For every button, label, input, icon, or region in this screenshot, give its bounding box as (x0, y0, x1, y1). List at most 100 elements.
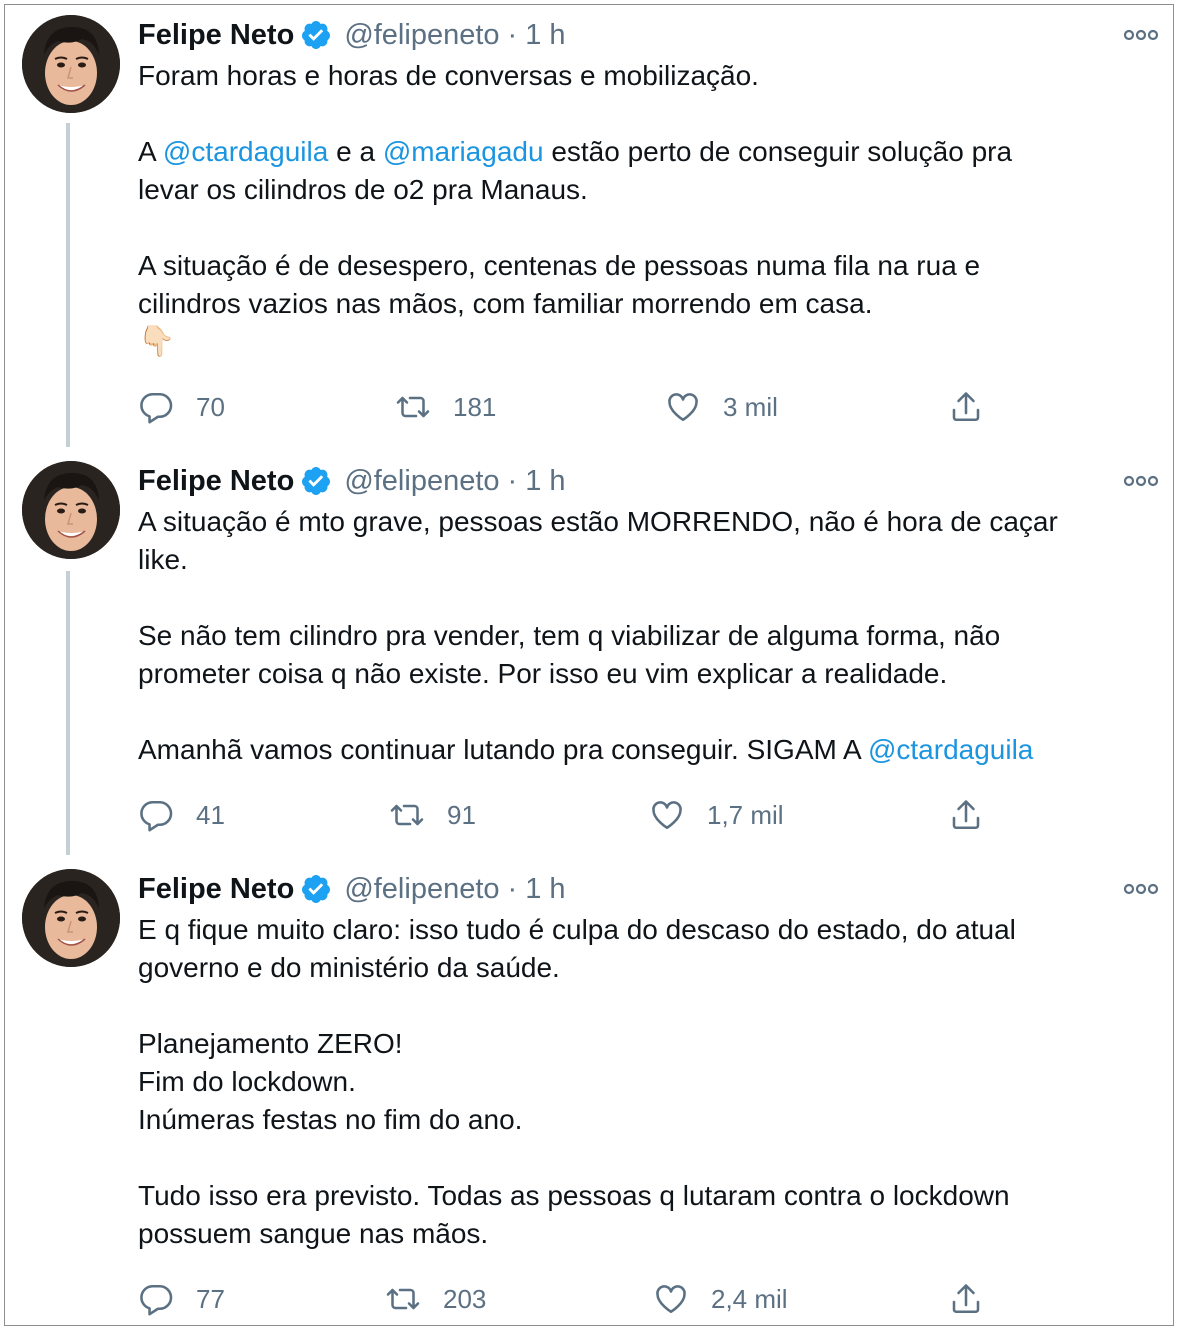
header-separator: · (507, 872, 518, 905)
reply-count: 41 (196, 799, 225, 830)
emoji: 👇🏻 (138, 325, 176, 358)
like-count: 1,7 mil (707, 799, 784, 830)
tweet[interactable]: Felipe Neto @felipeneto · 1 h E q fique muit… (5, 859, 1173, 1279)
text-span: A situação é de desespero, centenas de p… (138, 250, 981, 281)
mention-link[interactable]: @mariagadu (383, 136, 544, 167)
like-icon (649, 797, 685, 833)
tweet-text-line: cilindros vazios nas mãos, com familiar … (138, 285, 1148, 323)
header-separator: · (507, 18, 518, 51)
text-span: estão perto de conseguir solução pra (543, 136, 1013, 167)
mention-link[interactable]: @ctardaguila (868, 734, 1033, 765)
retweet-button[interactable]: 181 (395, 387, 496, 427)
tweet[interactable]: Felipe Neto @felipeneto · 1 h Foram horas e … (5, 5, 1173, 425)
tweet-timestamp[interactable]: 1 h (525, 465, 565, 498)
tweet-text-line: A @ctardaguila e a @mariagadu estão pert… (138, 133, 1148, 171)
tweet-text-line: Tudo isso era previsto. Todas as pessoas… (138, 1177, 1148, 1215)
reply-icon (138, 389, 174, 425)
more-options-icon[interactable] (1121, 471, 1161, 491)
more-options-icon[interactable] (1121, 25, 1161, 45)
tweet-text-line: possuem sangue nas mãos. (138, 1215, 1148, 1253)
verified-badge-icon (300, 19, 332, 51)
mention-link[interactable]: @ctardaguila (163, 136, 328, 167)
tweet-text-line: Amanhã vamos continuar lutando pra conse… (138, 731, 1148, 769)
text-span: cilindros vazios nas mãos, com familiar … (138, 288, 873, 319)
tweet-actions: 41 91 1,7 mil (138, 795, 1148, 835)
tweet-text-line: 👇🏻 (138, 323, 1148, 361)
tweet-text-line: governo e do ministério da saúde. (138, 949, 1148, 987)
tweet-timestamp[interactable]: 1 h (525, 873, 565, 906)
avatar[interactable] (22, 15, 120, 113)
text-span: governo e do ministério da saúde. (138, 952, 560, 983)
tweet-text-line: Inúmeras festas no fim do ano. (138, 1101, 1148, 1139)
like-button[interactable]: 2,4 mil (653, 1279, 788, 1319)
avatar[interactable] (22, 869, 120, 967)
retweet-count: 203 (443, 1283, 487, 1314)
like-button[interactable]: 1,7 mil (649, 795, 784, 835)
reply-icon (138, 1281, 174, 1317)
tweet-header: Felipe Neto @felipeneto · 1 h (138, 871, 566, 907)
tweet-text: E q fique muito claro: isso tudo é culpa… (138, 911, 1148, 1253)
text-span: levar os cilindros de o2 pra Manaus. (138, 174, 588, 205)
tweet-text: Foram horas e horas de conversas e mobil… (138, 57, 1148, 361)
reply-count: 70 (196, 391, 225, 422)
retweet-button[interactable]: 203 (385, 1279, 486, 1319)
tweet-actions: 77 203 2,4 mil (138, 1279, 1148, 1319)
verified-badge-icon (300, 465, 332, 497)
tweet-thread: Felipe Neto @felipeneto · 1 h Foram horas e … (4, 4, 1174, 1326)
tweet-text-line: Planejamento ZERO! (138, 1025, 1148, 1063)
text-span: Tudo isso era previsto. Todas as pessoas… (138, 1180, 1010, 1211)
retweet-count: 91 (447, 799, 476, 830)
tweet-text: A situação é mto grave, pessoas estão MO… (138, 503, 1148, 769)
author-handle[interactable]: @felipeneto (344, 465, 499, 498)
share-button[interactable] (948, 795, 984, 835)
reply-button[interactable]: 77 (138, 1279, 225, 1319)
reply-count: 77 (196, 1283, 225, 1314)
more-options-icon[interactable] (1121, 879, 1161, 899)
author-handle[interactable]: @felipeneto (344, 873, 499, 906)
tweet-text-line: A situação é mto grave, pessoas estão MO… (138, 503, 1148, 541)
author-handle[interactable]: @felipeneto (344, 19, 499, 52)
text-span: Inúmeras festas no fim do ano. (138, 1104, 523, 1135)
tweet-text-line: Se não tem cilindro pra vender, tem q vi… (138, 617, 1148, 655)
share-button[interactable] (948, 1279, 984, 1319)
share-button[interactable] (948, 387, 984, 427)
tweet-timestamp[interactable]: 1 h (525, 19, 565, 52)
tweet-text-line: like. (138, 541, 1148, 579)
author-name[interactable]: Felipe Neto (138, 873, 294, 906)
text-span: Planejamento ZERO! (138, 1028, 403, 1059)
like-button[interactable]: 3 mil (665, 387, 778, 427)
reply-button[interactable]: 41 (138, 795, 225, 835)
retweet-icon (389, 797, 425, 833)
text-span: A situação é mto grave, pessoas estão MO… (138, 506, 1058, 537)
like-count: 3 mil (723, 391, 778, 422)
text-span: A (138, 136, 163, 167)
header-separator: · (507, 464, 518, 497)
retweet-icon (395, 389, 431, 425)
tweet-text-line: Fim do lockdown. (138, 1063, 1148, 1101)
text-span: Amanhã vamos continuar lutando pra conse… (138, 734, 868, 765)
tweet-text-line: E q fique muito claro: isso tudo é culpa… (138, 911, 1148, 949)
like-icon (665, 389, 701, 425)
text-span: prometer coisa q não existe. Por isso eu… (138, 658, 948, 689)
text-span: E q fique muito claro: isso tudo é culpa… (138, 914, 1016, 945)
like-icon (653, 1281, 689, 1317)
text-span: Se não tem cilindro pra vender, tem q vi… (138, 620, 1001, 651)
share-icon (948, 1281, 984, 1317)
author-name[interactable]: Felipe Neto (138, 465, 294, 498)
tweet-text-line: prometer coisa q não existe. Por isso eu… (138, 655, 1148, 693)
tweet-header: Felipe Neto @felipeneto · 1 h (138, 17, 566, 53)
tweet-text-line: levar os cilindros de o2 pra Manaus. (138, 171, 1148, 209)
tweet-text-line: A situação é de desespero, centenas de p… (138, 247, 1148, 285)
reply-button[interactable]: 70 (138, 387, 225, 427)
reply-icon (138, 797, 174, 833)
author-name[interactable]: Felipe Neto (138, 19, 294, 52)
like-count: 2,4 mil (711, 1283, 788, 1314)
tweet-header: Felipe Neto @felipeneto · 1 h (138, 463, 566, 499)
avatar[interactable] (22, 461, 120, 559)
retweet-button[interactable]: 91 (389, 795, 476, 835)
